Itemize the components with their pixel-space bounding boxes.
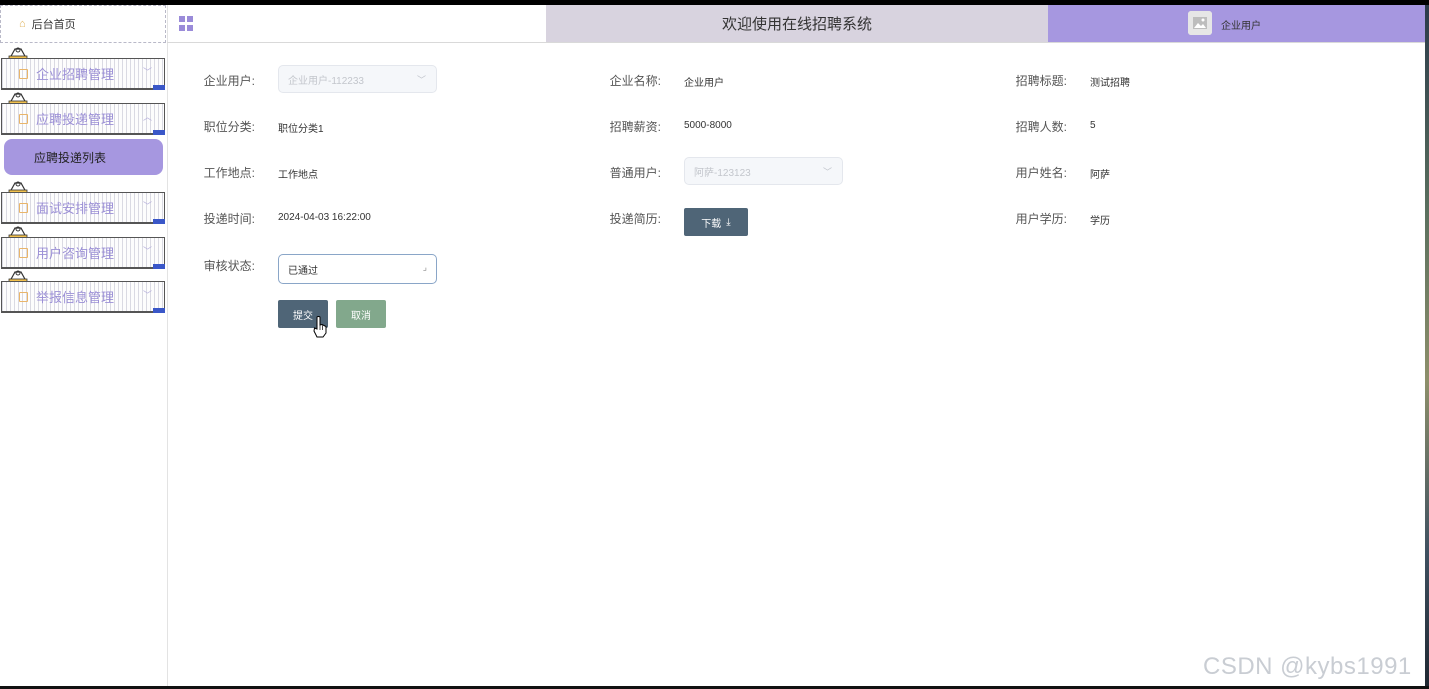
- sidebar-item-label: 企业招聘管理: [36, 67, 115, 82]
- chevron-down-icon: ﹀: [822, 167, 832, 177]
- company-name-value: 企业用户: [684, 78, 724, 89]
- chevron-down-icon: ﹀: [142, 201, 152, 211]
- sidebar-item-label: 用户咨询管理: [36, 246, 115, 261]
- menu-corner-decoration: [153, 308, 165, 313]
- salary-value: 5000-8000: [684, 120, 732, 131]
- sidebar: ⌂ 后台首页 企业招聘管理 ﹀ 应聘投递管理 ︿ 应聘投递列表 面试安排管理 ﹀…: [0, 5, 168, 686]
- chevron-down-icon: ﹀: [142, 246, 152, 256]
- company-user-select: 企业用户-112233 ﹀: [278, 65, 437, 93]
- submit-time-value: 2024-04-03 16:22:00: [278, 212, 371, 223]
- chevron-down-icon: ﹀: [142, 67, 152, 77]
- recruit-title-label: 招聘标题:: [1015, 74, 1067, 88]
- sidebar-item-label: 后台首页: [31, 19, 76, 31]
- sidebar-item-recruitment[interactable]: 企业招聘管理 ﹀: [1, 58, 165, 90]
- sidebar-item-label: 举报信息管理: [36, 290, 115, 305]
- chevron-up-icon: ︿: [142, 112, 152, 122]
- menu-corner-decoration: [153, 130, 165, 135]
- menu-corner-decoration: [153, 264, 165, 269]
- watermark: CSDN @kybs1991: [1203, 653, 1412, 680]
- sidebar-item-interviews[interactable]: 面试安排管理 ﹀: [1, 192, 165, 224]
- normal-user-label: 普通用户:: [609, 166, 661, 180]
- menu-toggle-grid-icon[interactable]: [179, 16, 194, 31]
- system-title: 欢迎使用在线招聘系统: [546, 5, 1048, 42]
- menu-corner-decoration: [153, 219, 165, 224]
- sidebar-item-home[interactable]: ⌂ 后台首页: [0, 5, 166, 43]
- document-icon: [19, 113, 28, 124]
- sidebar-item-consultations[interactable]: 用户咨询管理 ﹀: [1, 237, 165, 269]
- cancel-button[interactable]: 取消: [336, 300, 386, 328]
- company-user-value: 企业用户-112233: [288, 75, 364, 87]
- user-name-label: 用户姓名:: [1015, 166, 1067, 180]
- headcount-label: 招聘人数:: [1015, 120, 1067, 134]
- document-icon: [19, 202, 28, 213]
- review-status-value: 已通过: [288, 265, 318, 277]
- sidebar-item-applications[interactable]: 应聘投递管理 ︿: [1, 103, 165, 135]
- user-name: 企业用户: [1221, 21, 1261, 32]
- job-category-value: 职位分类1: [278, 124, 324, 135]
- sidebar-item-label: 面试安排管理: [36, 201, 115, 216]
- headcount-value: 5: [1090, 120, 1096, 131]
- document-icon: [19, 68, 28, 79]
- document-icon: [19, 291, 28, 302]
- work-location-value: 工作地点: [278, 170, 318, 181]
- hand-pointer-cursor-icon: [313, 316, 327, 338]
- avatar-image-icon: [1188, 11, 1212, 35]
- top-header: 欢迎使用在线招聘系统 企业用户: [167, 5, 1425, 43]
- download-resume-button[interactable]: 下载 ⤓: [684, 208, 748, 236]
- app-window: ⌂ 后台首页 企业招聘管理 ﹀ 应聘投递管理 ︿ 应聘投递列表 面试安排管理 ﹀…: [0, 5, 1425, 686]
- user-name-value: 阿萨: [1090, 170, 1110, 181]
- review-status-select[interactable]: 已通过 ⌟: [278, 254, 437, 284]
- normal-user-value: 阿萨-123123: [694, 167, 751, 179]
- company-user-label: 企业用户:: [203, 74, 255, 88]
- chevron-down-icon: ﹀: [416, 75, 426, 85]
- recruit-title-value: 测试招聘: [1090, 78, 1130, 89]
- work-location-label: 工作地点:: [203, 166, 255, 180]
- education-value: 学历: [1090, 216, 1110, 227]
- sidebar-subitem-application-list[interactable]: 应聘投递列表: [4, 139, 163, 175]
- normal-user-select: 阿萨-123123 ﹀: [684, 157, 843, 185]
- background-edge: [1425, 5, 1429, 689]
- user-area[interactable]: 企业用户: [1048, 5, 1425, 42]
- sidebar-subitem-label: 应聘投递列表: [34, 150, 107, 165]
- company-name-label: 企业名称:: [609, 74, 661, 88]
- chevron-down-icon: ﹀: [142, 290, 152, 300]
- document-icon: [19, 247, 28, 258]
- job-category-label: 职位分类:: [203, 120, 255, 134]
- submit-time-label: 投递时间:: [203, 212, 255, 226]
- sidebar-item-label: 应聘投递管理: [36, 112, 115, 127]
- download-icon: ⤓: [726, 216, 731, 228]
- review-status-label: 审核状态:: [203, 259, 255, 273]
- resize-handle-icon: ⌟: [422, 262, 427, 272]
- resume-label: 投递简历:: [609, 212, 661, 226]
- home-icon: ⌂: [19, 18, 26, 30]
- education-label: 用户学历:: [1015, 212, 1067, 226]
- sidebar-item-reports[interactable]: 举报信息管理 ﹀: [1, 281, 165, 313]
- salary-label: 招聘薪资:: [609, 120, 661, 134]
- menu-corner-decoration: [153, 85, 165, 90]
- download-button-label: 下载: [701, 218, 722, 230]
